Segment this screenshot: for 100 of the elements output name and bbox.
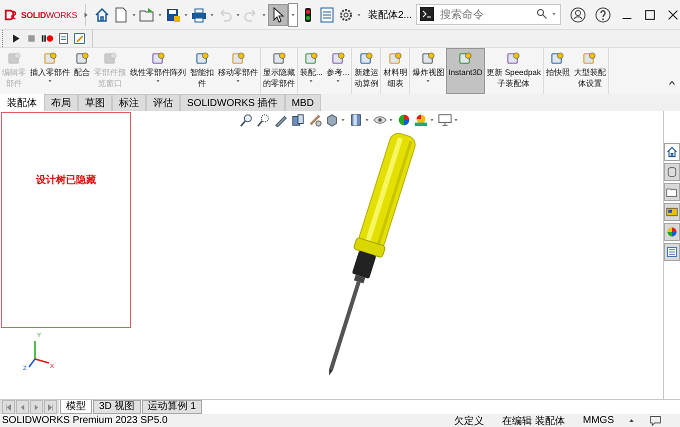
home-icon: [666, 146, 678, 158]
dropdown-caret-icon[interactable]: [340, 117, 346, 123]
monitor-icon[interactable]: [438, 113, 452, 127]
command-button[interactable]: 智能扣 件: [188, 48, 216, 94]
zoom-area-icon[interactable]: [257, 113, 271, 127]
command-button[interactable]: 线性零部件阵列: [128, 48, 188, 94]
dropdown-caret-icon[interactable]: [209, 12, 215, 18]
dropdown-caret-icon[interactable]: [131, 12, 137, 18]
color-ball-tab[interactable]: [664, 223, 680, 241]
caret-icon[interactable]: [628, 417, 635, 424]
tab[interactable]: SOLIDWORKS 插件: [180, 94, 285, 111]
box-icon[interactable]: [349, 113, 363, 127]
tools-icon[interactable]: [308, 113, 322, 127]
axis-triad-drawing: [28, 341, 50, 368]
color-ball-icon[interactable]: [397, 113, 411, 127]
cursor-button[interactable]: [268, 4, 288, 26]
dropdown-caret-icon[interactable]: [155, 78, 161, 84]
close-icon[interactable]: [666, 8, 680, 22]
definition-status: 欠定义: [454, 414, 484, 427]
cube-icon[interactable]: [325, 113, 339, 127]
cylinder-tab[interactable]: [664, 163, 680, 181]
command-button[interactable]: 参考...: [324, 48, 352, 94]
printer-icon: [191, 6, 207, 22]
collapse-caret-icon[interactable]: [668, 79, 676, 87]
tool-icon: [6, 51, 22, 66]
picture-icon: [666, 206, 678, 218]
terminal-icon[interactable]: [418, 6, 435, 22]
home-tab[interactable]: [664, 143, 680, 161]
command-button[interactable]: 大型装配 体设置: [572, 48, 608, 94]
ds-logo-icon: [3, 8, 19, 22]
dropdown-caret-icon[interactable]: [290, 12, 296, 18]
tool-icon: [582, 51, 598, 66]
dropdown-caret-icon[interactable]: [157, 12, 163, 18]
user-icon[interactable]: [570, 6, 586, 22]
units-menu[interactable]: MMGS: [582, 415, 614, 426]
list-icon: [666, 246, 678, 258]
dropdown-caret-icon[interactable]: [425, 78, 432, 84]
dropdown-caret-icon[interactable]: [356, 12, 362, 18]
command-button[interactable]: 拍快照: [544, 48, 572, 94]
command-button[interactable]: 材料明 细表: [381, 48, 410, 94]
command-button[interactable]: 移动零部件: [216, 48, 260, 94]
document-icon: [113, 6, 129, 22]
tab[interactable]: 评估: [146, 94, 180, 111]
command-button[interactable]: 新建运 动算例: [352, 48, 380, 94]
edit-macro-icon: [73, 32, 86, 45]
document-title: 装配体2...: [368, 8, 412, 22]
picture-tab[interactable]: [664, 203, 680, 221]
list-tab[interactable]: [664, 243, 680, 261]
dropdown-caret-icon[interactable]: [388, 117, 394, 123]
tab[interactable]: 草图: [78, 94, 112, 111]
dropdown-caret-icon[interactable]: [550, 11, 557, 17]
dropdown-caret-icon[interactable]: [308, 78, 314, 84]
dropdown-caret-icon[interactable]: [235, 12, 241, 18]
zoom-icon[interactable]: [240, 113, 254, 127]
first-arrow-icon[interactable]: [4, 402, 13, 412]
macro-icon: [57, 32, 70, 45]
tab[interactable]: 运动算例 1: [142, 400, 202, 414]
list-icon: [319, 6, 335, 22]
dropdown-caret-icon[interactable]: [183, 12, 189, 18]
command-button[interactable]: 配合: [72, 48, 92, 94]
next-arrow-icon[interactable]: [32, 402, 41, 412]
tab[interactable]: 标注: [112, 94, 146, 111]
command-button[interactable]: 插入零部件: [28, 48, 72, 94]
last-arrow-icon[interactable]: [46, 402, 55, 412]
tool-icon: [304, 51, 319, 66]
dropdown-caret-icon[interactable]: [453, 117, 459, 123]
product-version: SOLIDWORKS Premium 2023 SP5.0: [2, 415, 168, 426]
scene-icon[interactable]: [414, 113, 428, 127]
command-button[interactable]: 装配...: [298, 48, 325, 94]
section-icon[interactable]: [291, 113, 305, 127]
color-ball-icon: [666, 226, 678, 238]
search-icon[interactable]: [536, 8, 548, 20]
dropdown-caret-icon[interactable]: [235, 78, 241, 84]
command-button[interactable]: Instant3D: [446, 48, 485, 94]
folder-tab[interactable]: [664, 183, 680, 201]
tool-icon: [358, 51, 374, 66]
dropdown-caret-icon[interactable]: [261, 12, 267, 18]
dropdown-caret-icon[interactable]: [47, 78, 53, 84]
tab[interactable]: 3D 视图: [93, 400, 141, 414]
pencil-icon[interactable]: [274, 113, 288, 127]
command-button[interactable]: 爆炸视图: [410, 48, 446, 94]
search-field[interactable]: 搜索命令: [416, 4, 561, 25]
tab[interactable]: 装配体: [0, 94, 44, 111]
tool-icon: [42, 51, 58, 66]
maximize-icon[interactable]: [642, 8, 657, 22]
tab[interactable]: 布局: [44, 94, 78, 111]
previous-arrow-icon[interactable]: [18, 402, 27, 412]
comment-icon[interactable]: [649, 414, 662, 427]
tool-icon: [230, 51, 246, 66]
home-icon: [94, 6, 110, 22]
dropdown-caret-icon[interactable]: [429, 117, 435, 123]
edit-macro-button[interactable]: [73, 32, 86, 45]
dropdown-caret-icon[interactable]: [335, 78, 341, 84]
command-button[interactable]: 显示隐藏 的零部件: [261, 48, 297, 94]
dropdown-caret-icon[interactable]: [364, 117, 370, 123]
macro-button[interactable]: [57, 32, 70, 45]
command-button[interactable]: 更新 Speedpak 子装配体: [484, 48, 543, 94]
help-icon[interactable]: [594, 6, 611, 22]
tab[interactable]: 模型: [60, 400, 92, 414]
tab[interactable]: MBD: [284, 94, 321, 111]
